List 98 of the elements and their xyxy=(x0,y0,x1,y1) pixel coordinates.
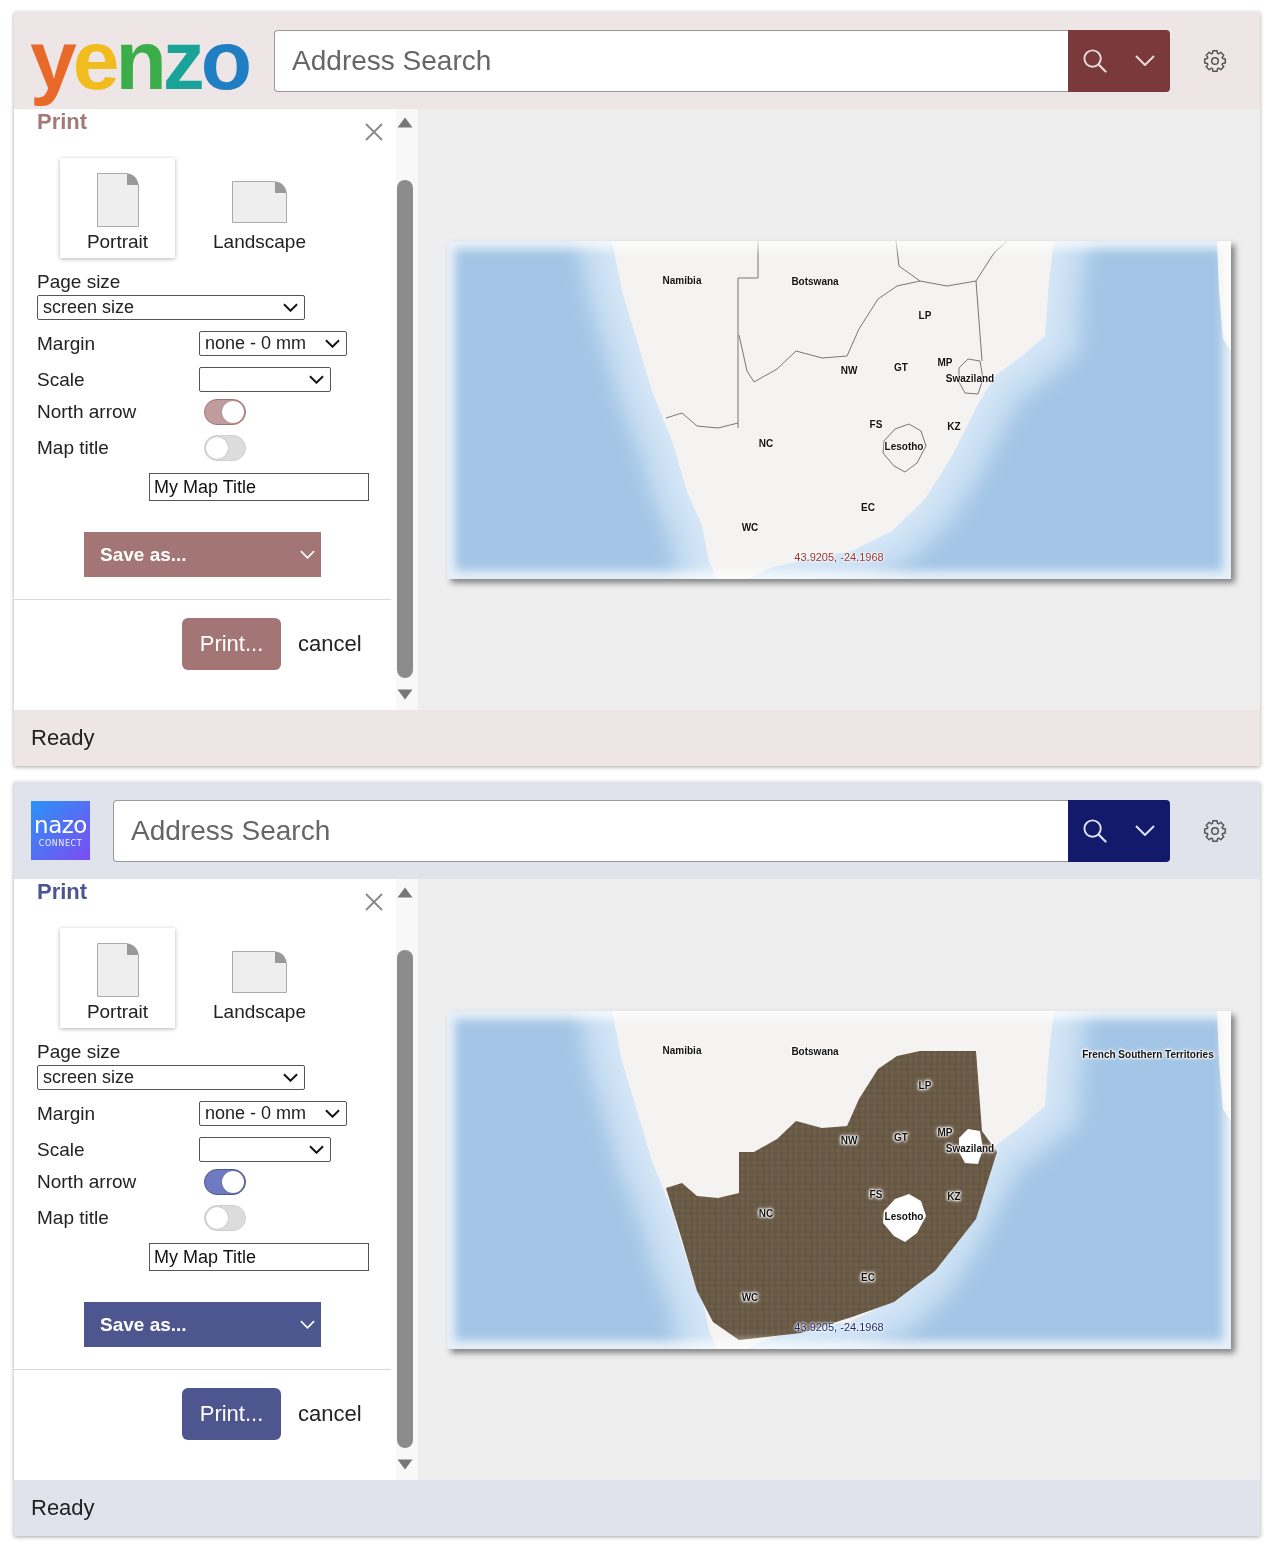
panel-title: Print xyxy=(37,879,88,905)
chevron-icon xyxy=(300,1320,315,1329)
field-label: Scale xyxy=(37,1138,86,1161)
map-label: MP xyxy=(937,356,953,367)
field-label: Map title xyxy=(37,1207,110,1229)
print-button[interactable]: Print... xyxy=(182,1388,281,1440)
search-icon xyxy=(1081,818,1107,843)
north-arrow-toggle[interactable] xyxy=(204,399,246,425)
map-label: French Southern Territories xyxy=(1082,1048,1214,1059)
map-label: GT xyxy=(894,361,908,372)
map-label: WC xyxy=(741,1291,759,1302)
field-label: North arrow xyxy=(37,401,138,423)
scroll-down-icon[interactable] xyxy=(397,1459,413,1470)
portrait-page-icon xyxy=(96,943,139,997)
chevron-icon xyxy=(325,339,340,348)
landscape-page-icon xyxy=(232,181,287,223)
logo-text: nazo xyxy=(34,813,87,837)
map-label: MP xyxy=(937,1126,953,1137)
map-label: Lesotho xyxy=(884,1210,924,1221)
chevron-icon xyxy=(283,1073,298,1082)
logo-subtext: CONNECT xyxy=(38,839,83,848)
chevron-icon xyxy=(309,1145,324,1154)
orientation-option[interactable]: Portrait xyxy=(60,158,175,258)
status-text: Ready xyxy=(31,725,95,751)
map-label: LP xyxy=(918,1079,932,1090)
chevron-icon xyxy=(283,303,298,312)
scrollbar-thumb[interactable] xyxy=(397,950,413,1448)
dropdown-button[interactable] xyxy=(1120,799,1170,862)
chevron-icon xyxy=(300,550,315,559)
landscape-page-icon xyxy=(232,951,287,993)
map-label: GT xyxy=(894,1131,908,1142)
map-title-field[interactable]: My Map Title xyxy=(149,473,369,501)
map-label: Swaziland xyxy=(945,372,995,383)
map-label: NW xyxy=(840,1134,858,1145)
settings-icon[interactable] xyxy=(1203,818,1227,843)
scroll-up-icon[interactable] xyxy=(397,887,413,898)
map-label: Lesotho xyxy=(884,440,924,451)
cancel-link[interactable]: cancel xyxy=(298,1401,362,1427)
settings-icon[interactable] xyxy=(1203,48,1227,73)
close-icon[interactable] xyxy=(365,893,383,911)
search-field[interactable]: Address Search xyxy=(113,799,1068,862)
orientation-option[interactable]: Landscape xyxy=(202,928,317,1028)
field-label: Page size xyxy=(37,1041,122,1063)
logo-wordmark: yenzo xyxy=(30,12,250,109)
map-label: FS xyxy=(869,418,883,429)
map-label: KZ xyxy=(947,1190,961,1201)
field-label: Page size xyxy=(37,271,122,293)
page-size-select[interactable]: screen size xyxy=(37,1065,305,1090)
coordinates-label: 43.9205, -24.1968 xyxy=(794,550,884,563)
scrollbar-thumb[interactable] xyxy=(397,180,413,678)
chevron-icon xyxy=(309,375,324,384)
map-label: LP xyxy=(918,309,932,320)
dropdown-button[interactable] xyxy=(1120,29,1170,92)
map-title-toggle[interactable] xyxy=(204,1205,246,1231)
map-label: EC xyxy=(861,1271,875,1282)
map-label: NC xyxy=(758,437,774,448)
chevron-icon xyxy=(1135,55,1155,66)
map-label: Botswana xyxy=(791,275,839,286)
orientation-option[interactable]: Portrait xyxy=(60,928,175,1028)
north-arrow-toggle[interactable] xyxy=(204,1169,246,1195)
scroll-up-icon[interactable] xyxy=(397,117,413,128)
status-text: Ready xyxy=(31,1495,95,1521)
field-label: Margin xyxy=(37,1102,97,1125)
save-as-button[interactable]: Save as... xyxy=(84,1302,321,1347)
orientation-option[interactable]: Landscape xyxy=(202,158,317,258)
margin-select[interactable]: none - 0 mm xyxy=(199,331,347,356)
page-size-select[interactable]: screen size xyxy=(37,295,305,320)
close-icon[interactable] xyxy=(365,123,383,141)
scale-select[interactable] xyxy=(199,1137,331,1162)
map-label: KZ xyxy=(947,420,961,431)
field-label: Map title xyxy=(37,437,110,459)
map-label: WC xyxy=(741,521,759,532)
map-label: EC xyxy=(861,501,875,512)
map-label: Namibia xyxy=(662,274,702,285)
map-label: NC xyxy=(758,1207,774,1218)
map-label: FS xyxy=(869,1188,883,1199)
map-title-field[interactable]: My Map Title xyxy=(149,1243,369,1271)
portrait-page-icon xyxy=(96,173,139,227)
panel-title: Print xyxy=(37,109,88,135)
search-icon xyxy=(1081,48,1107,73)
print-button[interactable]: Print... xyxy=(182,618,281,670)
margin-select[interactable]: none - 0 mm xyxy=(199,1101,347,1126)
map-label: Botswana xyxy=(791,1045,839,1056)
chevron-icon xyxy=(1135,825,1155,836)
search-button[interactable] xyxy=(1068,29,1120,92)
field-label: North arrow xyxy=(37,1171,138,1193)
field-label: Scale xyxy=(37,368,86,391)
map-label: NW xyxy=(840,364,858,375)
search-button[interactable] xyxy=(1068,799,1120,862)
map-title-toggle[interactable] xyxy=(204,435,246,461)
cancel-link[interactable]: cancel xyxy=(298,631,362,657)
scale-select[interactable] xyxy=(199,367,331,392)
map-label: Namibia xyxy=(662,1044,702,1055)
field-label: Margin xyxy=(37,332,97,355)
save-as-button[interactable]: Save as... xyxy=(84,532,321,577)
chevron-icon xyxy=(325,1109,340,1118)
scroll-down-icon[interactable] xyxy=(397,689,413,700)
search-field[interactable]: Address Search xyxy=(274,29,1068,92)
